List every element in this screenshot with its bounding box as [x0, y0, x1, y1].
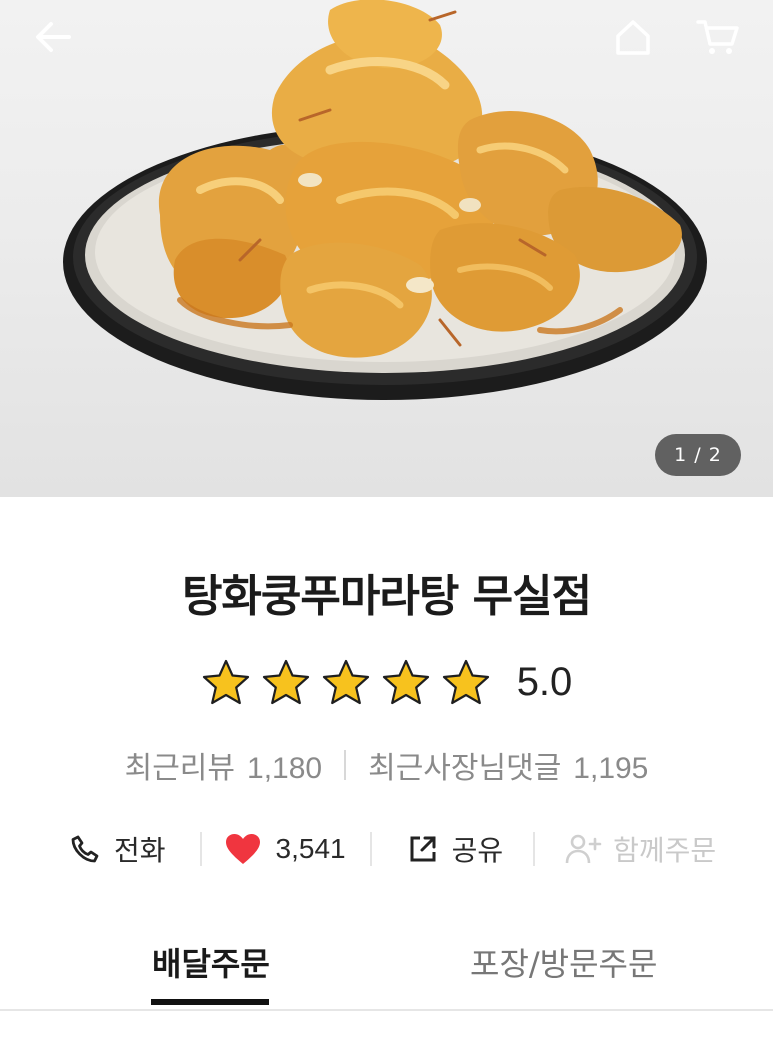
review-summary: 최근리뷰 1,180 최근사장님댓글 1,195 [0, 743, 773, 787]
store-rating: 5.0 [0, 658, 773, 706]
like-button[interactable]: 3,541 [224, 832, 346, 866]
tabs-bottom-border [0, 1009, 773, 1011]
group-order-label: 함께주문 [613, 834, 717, 867]
owner-replies-link[interactable]: 최근사장님댓글 1,195 [368, 743, 648, 787]
share-icon [408, 834, 438, 864]
store-name: 탕화쿵푸마라탕 무실점 [181, 571, 592, 622]
recent-reviews-link[interactable]: 최근리뷰 1,180 [125, 743, 322, 787]
star-icon [382, 659, 429, 705]
call-label: 전화 [114, 834, 166, 867]
action-divider [199, 832, 202, 866]
like-count: 3,541 [275, 833, 346, 864]
store-photo[interactable]: 1 / 2 [0, 0, 773, 497]
arrow-left-icon [36, 22, 71, 52]
home-icon [616, 20, 650, 55]
star-icon [322, 659, 369, 705]
tab-pickup[interactable]: 포장/방문주문 [470, 939, 657, 985]
heart-icon [224, 832, 262, 866]
back-button[interactable] [28, 12, 78, 62]
star-icon [442, 659, 489, 705]
call-button[interactable]: 전화 [70, 829, 166, 869]
recent-reviews-count: 1,180 [247, 752, 323, 785]
cart-icon [696, 20, 739, 54]
cart-button[interactable] [693, 12, 743, 62]
store-actions: 전화 3,541 공유 함께주문 [40, 824, 740, 874]
active-tab-indicator [151, 999, 269, 1005]
owner-replies-count: 1,195 [573, 752, 649, 785]
review-divider [344, 750, 347, 780]
action-divider [533, 832, 536, 866]
owner-replies-label: 최근사장님댓글 [368, 751, 562, 786]
image-pager: 1 / 2 [655, 434, 741, 476]
share-label: 공유 [451, 834, 504, 867]
group-order-button[interactable]: 함께주문 [565, 829, 716, 869]
phone-icon [70, 834, 100, 864]
add-person-icon [565, 833, 605, 865]
share-button[interactable]: 공유 [408, 829, 504, 869]
rating-score: 5.0 [516, 659, 573, 704]
rating-stars [201, 658, 491, 706]
food-photo [63, 0, 707, 400]
order-type-tabs: 배달주문 포장/방문주문 [0, 925, 773, 1011]
action-divider [369, 832, 372, 866]
star-icon [262, 659, 309, 705]
home-button[interactable] [608, 12, 658, 62]
tab-delivery[interactable]: 배달주문 [152, 939, 270, 985]
recent-reviews-label: 최근리뷰 [124, 751, 236, 786]
star-icon [202, 659, 249, 705]
